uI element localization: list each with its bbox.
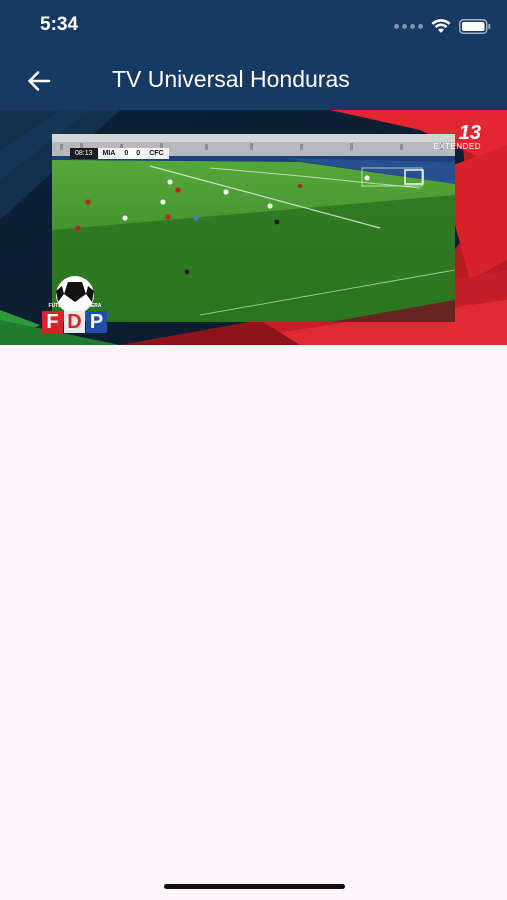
page-title: TV Universal Honduras xyxy=(112,66,350,92)
status-icons xyxy=(394,16,491,36)
app-screen: 5:34 TV Universal Honduras 08:13 MIA 0 0… xyxy=(0,0,507,900)
home-score: 0 xyxy=(120,148,133,159)
video-player[interactable]: 08:13 MIA 0 0 CFC 13 EXTENDED FÚTBOL DE … xyxy=(0,110,507,345)
signal-dots-icon xyxy=(394,23,423,29)
fdp-logo: FÚTBOL DE PRIMERA F D P xyxy=(42,275,108,335)
fdp-letters: F D P xyxy=(42,311,107,333)
fdp-letter-p: P xyxy=(86,311,107,333)
fdp-letter-d: D xyxy=(64,311,85,333)
channel-number: 13 xyxy=(458,122,481,144)
channel-bug: 13 EXTENDED xyxy=(433,122,481,151)
battery-icon xyxy=(459,18,491,34)
home-indicator[interactable] xyxy=(164,884,345,889)
home-team: MIA xyxy=(97,148,121,159)
match-clock: 08:13 xyxy=(70,148,98,159)
away-team: CFC xyxy=(144,148,169,159)
fdp-caption: FÚTBOL DE PRIMERA xyxy=(48,303,102,309)
away-score: 0 xyxy=(132,148,145,159)
back-button[interactable] xyxy=(22,64,56,98)
wifi-icon xyxy=(431,18,451,33)
channel-tag: EXTENDED xyxy=(433,142,481,151)
app-header: 5:34 TV Universal Honduras xyxy=(0,0,507,110)
status-time: 5:34 xyxy=(40,14,79,35)
scoreboard: 08:13 MIA 0 0 CFC xyxy=(70,148,169,159)
fdp-letter-f: F xyxy=(42,311,63,333)
arrow-left-icon xyxy=(28,71,51,91)
